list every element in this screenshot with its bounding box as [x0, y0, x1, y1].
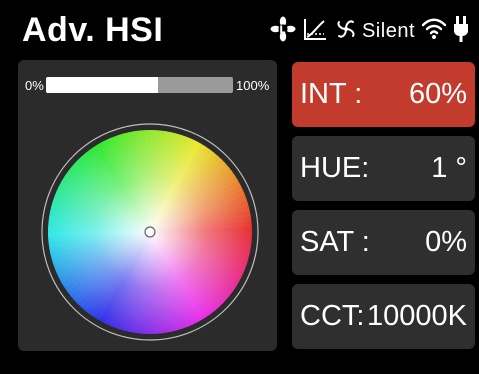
cct-label: CCT: [300, 300, 365, 332]
intensity-button[interactable]: INT : 60% [292, 62, 475, 127]
intensity-bar-fill [46, 77, 159, 93]
intensity-max-label: 100% [236, 78, 270, 93]
intensity-bar[interactable] [46, 77, 233, 93]
page-title: Adv. HSI [22, 11, 164, 49]
intensity-min-label: 0% [25, 78, 44, 93]
color-picker-panel: 0% 100% [18, 60, 277, 351]
power-plug-icon [453, 15, 469, 48]
header-bar: Adv. HSI Silent [0, 0, 479, 54]
bluetooth-fan-icon [270, 16, 296, 47]
hue-label: HUE: [300, 152, 370, 184]
color-wheel[interactable] [40, 122, 260, 342]
wifi-icon [421, 17, 447, 46]
saturation-value: 0% [425, 226, 467, 258]
saturation-overlay [48, 130, 252, 334]
hue-button[interactable]: HUE: 1 ° [292, 136, 475, 201]
hue-value: 1 ° [431, 152, 467, 184]
saturation-button[interactable]: SAT : 0% [292, 210, 475, 275]
status-icons: Silent [270, 15, 469, 48]
cct-button[interactable]: CCT: 10000K [292, 284, 475, 349]
intensity-label: INT : [300, 78, 363, 110]
fan-mode-label: Silent [361, 19, 415, 42]
curve-icon [302, 16, 328, 47]
intensity-value: 60% [408, 78, 467, 110]
fan-icon [334, 17, 358, 46]
cct-value: 10000K [367, 300, 467, 332]
saturation-label: SAT : [300, 226, 370, 258]
